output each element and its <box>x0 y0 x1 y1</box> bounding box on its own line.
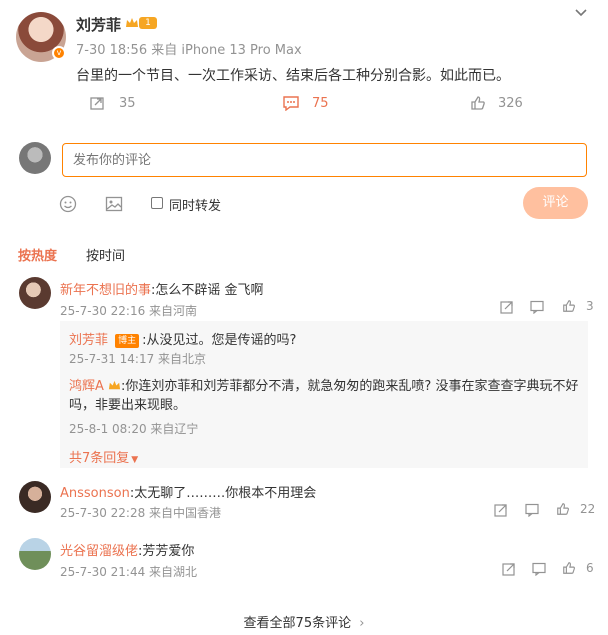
crown-icon <box>125 16 139 30</box>
comment-reply-icon[interactable] <box>532 562 546 576</box>
reply-user[interactable]: 刘芳菲 <box>69 333 108 348</box>
commenter-avatar[interactable] <box>19 277 51 309</box>
like-button[interactable]: 326 <box>470 95 523 111</box>
comment-like-button[interactable]: 22 <box>556 502 595 516</box>
thumbs-up-icon <box>562 561 576 575</box>
submit-comment-button[interactable]: 评论 <box>523 187 588 219</box>
comment-body: 光谷留溜级佬:芳芳爱你 <box>60 540 194 559</box>
comment-text: :太无聊了………你根本不用理会 <box>129 486 317 501</box>
repost-button[interactable]: 35 <box>89 95 136 111</box>
comment-input[interactable] <box>62 143 587 177</box>
comment-meta: 25-7-30 22:28 来自中国香港 <box>60 506 222 520</box>
comment-like-count: 3 <box>586 299 594 313</box>
comment-icon <box>282 95 300 111</box>
post-meta: 7-30 18:56 来自 iPhone 13 Pro Max <box>76 43 302 58</box>
vip-level-badge: 1 <box>139 17 157 29</box>
comment-user[interactable]: 新年不想旧的事 <box>60 283 151 298</box>
comment-meta: 25-7-30 21:44 来自湖北 <box>60 565 198 579</box>
reply-text: :你连刘亦菲和刘芳菲都分不清，就急匆匆的跑来乱喷? 没事在家查查字典玩不好吗，非… <box>69 379 579 413</box>
sort-by-hot-tab[interactable]: 按热度 <box>18 245 57 264</box>
comment-share-icon[interactable] <box>500 300 514 314</box>
thumbs-up-icon <box>556 502 570 516</box>
reply-text: :从没见过。您是传谣的吗? <box>142 333 297 348</box>
emoji-icon[interactable] <box>59 195 77 213</box>
repost-icon <box>89 95 105 111</box>
comment-body: 新年不想旧的事:怎么不辟谣 金飞啊 <box>60 279 264 298</box>
reply-meta: 25-8-1 08:20 来自辽宁 <box>69 422 199 436</box>
repost-checkbox[interactable] <box>151 197 163 209</box>
image-icon[interactable] <box>105 195 123 213</box>
crown-icon <box>108 379 121 392</box>
comment-share-icon[interactable] <box>502 562 516 576</box>
caret-down-icon: ▼ <box>131 455 139 465</box>
sort-by-time-tab[interactable]: 按时间 <box>86 245 125 264</box>
comment-text: :芳芳爱你 <box>138 544 195 559</box>
reply-body: 刘芳菲 博主:从没见过。您是传谣的吗? <box>69 329 296 348</box>
more-replies-link[interactable]: 共7条回复 ▼ <box>69 447 138 466</box>
comment-text: :怎么不辟谣 金飞啊 <box>151 283 264 298</box>
like-count: 326 <box>498 95 523 111</box>
comment-user[interactable]: 光谷留溜级佬 <box>60 544 138 559</box>
comment-user[interactable]: Anssonson <box>60 486 130 501</box>
reply-meta: 25-7-31 14:17 来自北京 <box>69 352 207 366</box>
verified-icon: v <box>52 46 66 60</box>
view-all-label: 查看全部75条评论 <box>243 616 352 631</box>
comment-like-button[interactable]: 3 <box>562 299 594 313</box>
commenter-avatar[interactable] <box>19 481 51 513</box>
comment-like-count: 22 <box>580 502 596 516</box>
thumbs-up-icon <box>470 95 486 111</box>
thumbs-up-icon <box>562 299 576 313</box>
comment-like-count: 6 <box>586 561 594 575</box>
chevron-right-icon: › <box>359 616 365 631</box>
view-all-comments-link[interactable]: 查看全部75条评论 › <box>0 612 608 631</box>
reply-user[interactable]: 鸿辉A <box>69 379 104 394</box>
collapse-chevron-icon[interactable] <box>574 8 588 18</box>
reply-body: 鸿辉A :你连刘亦菲和刘芳菲都分不清，就急匆匆的跑来乱喷? 没事在家查查字典玩不… <box>69 377 584 415</box>
author-name[interactable]: 刘芳菲 <box>76 14 121 35</box>
commenter-avatar[interactable] <box>19 538 51 570</box>
repost-count: 35 <box>119 95 136 111</box>
comment-meta: 25-7-30 22:16 来自河南 <box>60 304 198 318</box>
comment-button[interactable]: 75 <box>282 95 329 111</box>
repost-checkbox-label: 同时转发 <box>169 199 222 214</box>
more-replies-label: 共7条回复 <box>69 451 130 466</box>
comment-reply-icon[interactable] <box>530 300 544 314</box>
author-tag: 博主 <box>115 334 140 348</box>
comment-share-icon[interactable] <box>494 503 508 517</box>
post-text: 台里的一个节目、一次工作采访、结束后各工种分别合影。如此而已。 <box>76 68 510 84</box>
comment-body: Anssonson:太无聊了………你根本不用理会 <box>60 482 316 501</box>
my-avatar <box>19 142 51 174</box>
comment-like-button[interactable]: 6 <box>562 561 594 575</box>
comment-count: 75 <box>312 95 329 111</box>
comment-reply-icon[interactable] <box>525 503 539 517</box>
